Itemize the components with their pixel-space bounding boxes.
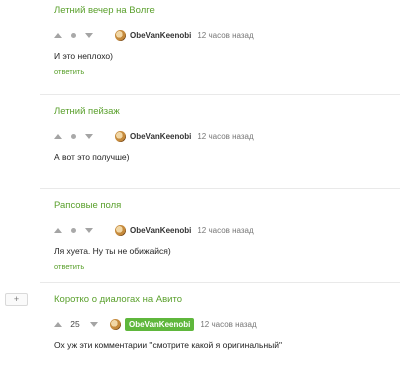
author-name[interactable]: ObeVanKeenobi	[130, 226, 191, 235]
comment-text: Ля хуета. Ну ты не обижайся)	[54, 246, 171, 256]
comment-time[interactable]: 12 часов назад	[200, 320, 256, 329]
downvote-icon[interactable]	[90, 321, 98, 327]
vote-controls	[54, 227, 112, 233]
comment-time[interactable]: 12 часов назад	[197, 132, 253, 141]
comment-thread: Коротко о диалогах на Авито 25 ObeVanKee…	[40, 282, 400, 383]
score-dot-icon	[71, 227, 76, 233]
comment-score: 25	[70, 319, 80, 329]
comment-text: Ох уж эти комментарии "смотрите какой я …	[54, 340, 283, 350]
comment-meta: ObeVanKeenobi 12 часов назад	[54, 129, 254, 143]
avatar[interactable]	[115, 224, 126, 236]
expand-thread-button[interactable]: +	[5, 293, 28, 306]
vote-controls	[54, 32, 112, 38]
comment-text: А вот это получше)	[54, 152, 130, 162]
reply-link[interactable]: ответить	[54, 262, 84, 271]
reply-link[interactable]: ответить	[54, 67, 84, 76]
post-title-link[interactable]: Летний пейзаж	[54, 106, 120, 117]
downvote-icon[interactable]	[85, 32, 93, 38]
vote-controls: 25	[54, 319, 98, 329]
downvote-icon[interactable]	[85, 227, 93, 233]
avatar[interactable]	[115, 29, 126, 41]
comment-thread: Летний пейзаж ObeVanKeenobi 12 часов наз…	[40, 94, 400, 189]
author-name-op-badge[interactable]: ObeVanKeenobi	[125, 317, 195, 331]
comment-thread: Рапсовые поля ObeVanKeenobi 12 часов наз…	[40, 188, 400, 283]
upvote-icon[interactable]	[54, 321, 62, 327]
score-dot-icon	[71, 32, 76, 38]
comment-thread: Летний вечер на Волге ObeVanKeenobi 12 ч…	[40, 0, 400, 94]
comment-time[interactable]: 12 часов назад	[197, 31, 253, 40]
upvote-icon[interactable]	[54, 133, 62, 139]
author-name[interactable]: ObeVanKeenobi	[130, 132, 191, 141]
author-name[interactable]: ObeVanKeenobi	[130, 31, 191, 40]
vote-controls	[54, 133, 112, 139]
upvote-icon[interactable]	[54, 32, 62, 38]
comment-meta: ObeVanKeenobi 12 часов назад	[54, 28, 254, 42]
score-dot-icon	[71, 133, 76, 139]
post-title-link[interactable]: Коротко о диалогах на Авито	[54, 294, 182, 305]
upvote-icon[interactable]	[54, 227, 62, 233]
comment-text: И это неплохо)	[54, 51, 113, 61]
avatar[interactable]	[110, 318, 121, 330]
avatar[interactable]	[115, 130, 126, 142]
post-title-link[interactable]: Рапсовые поля	[54, 200, 121, 211]
downvote-icon[interactable]	[85, 133, 93, 139]
comment-meta: 25 ObeVanKeenobi 12 часов назад	[54, 317, 257, 331]
comment-time[interactable]: 12 часов назад	[197, 226, 253, 235]
comment-meta: ObeVanKeenobi 12 часов назад	[54, 223, 254, 237]
post-title-link[interactable]: Летний вечер на Волге	[54, 5, 155, 16]
